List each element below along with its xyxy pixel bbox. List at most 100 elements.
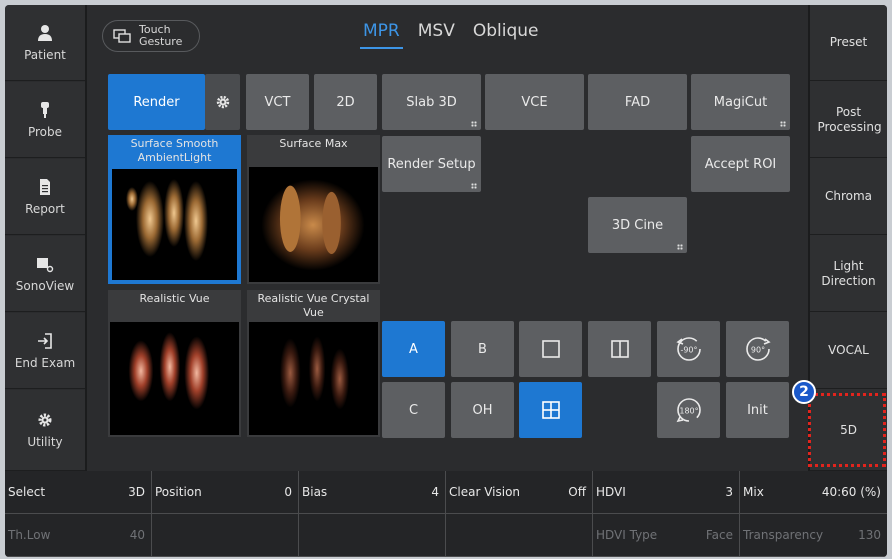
param-name: HDVI xyxy=(596,485,626,499)
mix-param[interactable]: Mix 40:60 (%) xyxy=(740,471,887,514)
vocal-button[interactable]: VOCAL xyxy=(810,313,887,389)
init-button[interactable]: Init xyxy=(726,382,789,438)
sidebar-item-label: End Exam xyxy=(14,355,76,370)
sidebar-item-patient[interactable]: Patient xyxy=(5,5,85,81)
submenu-indicator xyxy=(471,121,477,127)
sidebar-item-end-exam[interactable]: End Exam xyxy=(5,313,85,389)
render-preview-image xyxy=(249,322,378,435)
gear-icon xyxy=(38,413,52,427)
touch-gesture-toggle[interactable]: Touch Gesture xyxy=(102,20,200,52)
magicut-button[interactable]: MagiCut xyxy=(691,74,790,130)
vocal-label: VOCAL xyxy=(828,343,869,357)
quad-layout-button[interactable] xyxy=(519,382,582,438)
render-preset-thumbnail[interactable]: Surface Smooth AmbientLight xyxy=(108,135,241,284)
hdvi-param[interactable]: HDVI 3 xyxy=(593,471,740,514)
dual-layout-icon xyxy=(610,340,629,358)
view-a-button[interactable]: A xyxy=(382,321,445,377)
single-layout-icon xyxy=(541,340,560,358)
3d-cine-label: 3D Cine xyxy=(611,217,664,233)
preset-button[interactable]: Preset xyxy=(810,5,887,81)
3d-cine-button[interactable]: 3D Cine xyxy=(588,197,687,253)
render-preview-image xyxy=(110,167,239,282)
slab-3d-button[interactable]: Slab 3D xyxy=(382,74,481,130)
vct-button[interactable]: VCT xyxy=(246,74,309,130)
touch-gesture-label: Touch Gesture xyxy=(139,23,183,48)
param-value: 40:60 (%) xyxy=(821,485,881,499)
param-value: 3D xyxy=(128,485,145,499)
view-a-label: A xyxy=(409,341,418,357)
annotation-badge: 2 xyxy=(792,380,816,404)
light-direction-label: Light Direction xyxy=(821,258,876,288)
view-c-button[interactable]: C xyxy=(382,382,445,438)
tab-mpr[interactable]: MPR xyxy=(360,19,403,49)
param-name: Position xyxy=(155,485,202,499)
accept-roi-label: Accept ROI xyxy=(704,156,777,172)
probe-icon xyxy=(41,101,49,118)
view-oh-label: OH xyxy=(472,402,493,418)
fad-button[interactable]: FAD xyxy=(588,74,687,130)
accept-roi-button[interactable]: Accept ROI xyxy=(691,136,790,192)
render-preset-thumbnail[interactable]: Realistic Vue Crystal Vue xyxy=(247,290,380,437)
chroma-button[interactable]: Chroma xyxy=(810,159,887,235)
thumbnail-label: Realistic Vue xyxy=(139,292,210,305)
view-oh-button[interactable]: OH xyxy=(451,382,514,438)
view-b-button[interactable]: B xyxy=(451,321,514,377)
transparency-param[interactable]: Transparency 130 xyxy=(740,514,887,557)
single-layout-button[interactable] xyxy=(519,321,582,377)
left-sidebar: Patient Probe Report SonoView End Exam U… xyxy=(5,5,85,471)
touch-gesture-icon xyxy=(113,29,131,43)
sidebar-item-report[interactable]: Report xyxy=(5,159,85,235)
person-icon xyxy=(38,24,52,41)
render-label: Render xyxy=(133,94,180,110)
render-setup-button[interactable]: Render Setup xyxy=(382,136,481,192)
view-c-label: C xyxy=(408,402,419,418)
clear-vision-param[interactable]: Clear Vision Off xyxy=(446,471,593,514)
bias-param[interactable]: Bias 4 xyxy=(299,471,446,514)
sidebar-item-probe[interactable]: Probe xyxy=(5,82,85,158)
render-settings-button[interactable] xyxy=(205,74,240,130)
light-direction-button[interactable]: Light Direction xyxy=(810,236,887,312)
annotation-highlight-box xyxy=(808,393,886,467)
vct-label: VCT xyxy=(264,94,291,110)
document-icon xyxy=(40,178,50,195)
submenu-indicator xyxy=(780,121,786,127)
hdvi-type-param[interactable]: HDVI Type Face xyxy=(593,514,740,557)
rotate-90-button[interactable]: 90° xyxy=(726,321,789,377)
param-value: 4 xyxy=(431,485,439,499)
rotate-cw-icon: 90° xyxy=(745,337,771,361)
exit-icon xyxy=(38,332,52,349)
parameter-row: Th.Low 40 HDVI Type Face Transparency 130 xyxy=(5,514,887,557)
sidebar-item-label: Utility xyxy=(27,435,63,449)
th-low-param[interactable]: Th.Low 40 xyxy=(5,514,152,557)
render-button[interactable]: Render xyxy=(108,74,205,130)
ultrasound-touch-panel: Patient Probe Report SonoView End Exam U… xyxy=(5,5,887,557)
preset-label: Preset xyxy=(829,35,868,49)
param-value: 0 xyxy=(284,485,292,499)
param-name: Transparency xyxy=(743,528,824,542)
vce-button[interactable]: VCE xyxy=(485,74,584,130)
render-preset-thumbnail[interactable]: Realistic Vue xyxy=(108,290,241,437)
sonoview-icon xyxy=(37,257,54,272)
sidebar-item-sonoview[interactable]: SonoView xyxy=(5,236,85,312)
position-param[interactable]: Position 0 xyxy=(152,471,299,514)
tab-oblique[interactable]: Oblique xyxy=(470,19,542,49)
param-name: Th.Low xyxy=(8,528,51,542)
chroma-label: Chroma xyxy=(824,189,873,203)
sidebar-item-utility[interactable]: Utility xyxy=(5,390,85,471)
quad-layout-icon xyxy=(541,401,560,419)
2d-button[interactable]: 2D xyxy=(314,74,377,130)
vce-label: VCE xyxy=(521,94,548,110)
dual-layout-button[interactable] xyxy=(588,321,651,377)
render-preset-thumbnail[interactable]: Surface Max xyxy=(247,135,380,284)
rotate-minus-90-button[interactable]: -90° xyxy=(657,321,720,377)
select-param[interactable]: Select 3D xyxy=(5,471,152,514)
rotate-180-button[interactable]: 180° xyxy=(657,382,720,438)
param-value: Face xyxy=(705,528,733,542)
post-processing-button[interactable]: Post Processing xyxy=(810,82,887,158)
param-value: Off xyxy=(568,485,586,499)
rotate-180-icon: 180° xyxy=(676,398,701,423)
thumbnail-label: Surface Max xyxy=(279,137,348,150)
tab-msv[interactable]: MSV xyxy=(415,19,458,49)
2d-label: 2D xyxy=(336,94,355,110)
empty-param xyxy=(446,514,593,557)
